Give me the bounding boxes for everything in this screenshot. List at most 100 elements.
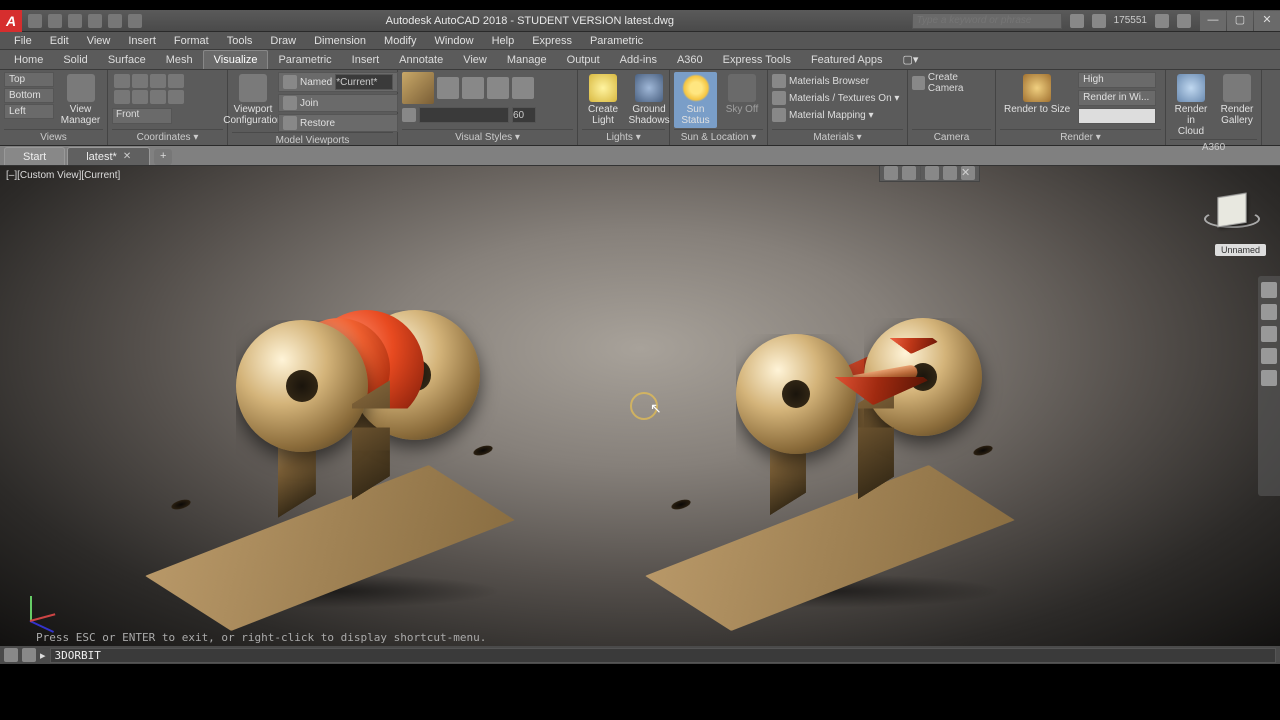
- ribbon-overflow-icon[interactable]: ▢▾: [893, 50, 929, 69]
- menu-dimension[interactable]: Dimension: [306, 34, 374, 48]
- ftb-icon[interactable]: [884, 166, 898, 180]
- panel-render-title[interactable]: Render ▾: [1000, 129, 1161, 145]
- qat-undo-icon[interactable]: [88, 14, 102, 28]
- view-cube[interactable]: [1204, 184, 1260, 240]
- viewport-join[interactable]: Join: [300, 98, 318, 109]
- ucs-icon[interactable]: [132, 74, 148, 88]
- tab-mesh[interactable]: Mesh: [156, 51, 203, 69]
- signin-icon[interactable]: [1070, 14, 1084, 28]
- command-input[interactable]: [50, 648, 1276, 663]
- exchange-icon[interactable]: [1155, 14, 1169, 28]
- render-to-size-button[interactable]: Render to Size: [1000, 72, 1074, 117]
- ucs-front-dropdown[interactable]: Front: [112, 108, 172, 124]
- viewport-label[interactable]: [–][Custom View][Current]: [6, 170, 120, 181]
- ground-shadows-button[interactable]: Ground Shadows: [628, 72, 670, 128]
- menu-modify[interactable]: Modify: [376, 34, 424, 48]
- menu-edit[interactable]: Edit: [42, 34, 77, 48]
- tab-express-tools[interactable]: Express Tools: [713, 51, 801, 69]
- menu-insert[interactable]: Insert: [120, 34, 164, 48]
- ucs-icon[interactable]: [150, 74, 166, 88]
- tab-annotate[interactable]: Annotate: [389, 51, 453, 69]
- customize-cmdline-icon[interactable]: [22, 648, 36, 662]
- tab-solid[interactable]: Solid: [53, 51, 97, 69]
- tab-featured-apps[interactable]: Featured Apps: [801, 51, 893, 69]
- panel-lights-title[interactable]: Lights ▾: [582, 129, 665, 145]
- view-bottom[interactable]: Bottom: [4, 88, 54, 103]
- tab-a360[interactable]: A360: [667, 51, 713, 69]
- nav-orbit-icon[interactable]: [1261, 348, 1277, 364]
- ucs-icon[interactable]: [168, 74, 184, 88]
- ucs-icon[interactable]: [24, 588, 64, 628]
- tab-visualize[interactable]: Visualize: [203, 50, 269, 69]
- menu-file[interactable]: File: [6, 34, 40, 48]
- view-left[interactable]: Left: [4, 104, 54, 119]
- panel-coords-title[interactable]: Coordinates ▾: [112, 129, 223, 145]
- viewport-current-input[interactable]: [335, 74, 393, 90]
- panel-materials-title[interactable]: Materials ▾: [772, 129, 903, 145]
- visual-style-gallery[interactable]: [402, 72, 534, 104]
- nav-pan-icon[interactable]: [1261, 304, 1277, 320]
- qat-open-icon[interactable]: [48, 14, 62, 28]
- menu-format[interactable]: Format: [166, 34, 217, 48]
- panel-vs-title[interactable]: Visual Styles ▾: [402, 129, 573, 145]
- menu-parametric[interactable]: Parametric: [582, 34, 651, 48]
- opacity-slider[interactable]: [419, 107, 509, 123]
- new-doc-button[interactable]: +: [154, 149, 172, 165]
- ucs-icon[interactable]: [114, 90, 130, 104]
- close-button[interactable]: ✕: [1254, 11, 1280, 31]
- tab-manage[interactable]: Manage: [497, 51, 557, 69]
- render-window-dropdown[interactable]: Render in Wi...: [1078, 90, 1156, 106]
- materials-textures[interactable]: Materials / Textures On ▾: [772, 91, 899, 105]
- view-top[interactable]: Top: [4, 72, 54, 87]
- sky-off-button[interactable]: Sky Off: [721, 72, 763, 117]
- create-light-button[interactable]: Create Light: [582, 72, 624, 128]
- close-cmdline-icon[interactable]: [4, 648, 18, 662]
- qat-print-icon[interactable]: [128, 14, 142, 28]
- viewcube-tag[interactable]: Unnamed: [1215, 244, 1266, 256]
- render-gallery-button[interactable]: Render Gallery: [1216, 72, 1258, 128]
- qat-redo-icon[interactable]: [108, 14, 122, 28]
- menu-help[interactable]: Help: [484, 34, 523, 48]
- ftb-icon[interactable]: [925, 166, 939, 180]
- help-icon[interactable]: [1177, 14, 1191, 28]
- viewport-config-button[interactable]: Viewport Configuration: [232, 72, 274, 128]
- tab-insert[interactable]: Insert: [342, 51, 390, 69]
- menu-window[interactable]: Window: [426, 34, 481, 48]
- materials-browser[interactable]: Materials Browser: [772, 74, 869, 88]
- panel-sun-title[interactable]: Sun & Location ▾: [674, 129, 763, 145]
- ucs-icon[interactable]: [150, 90, 166, 104]
- ftb-icon[interactable]: [902, 166, 916, 180]
- tab-output[interactable]: Output: [557, 51, 610, 69]
- menu-express[interactable]: Express: [524, 34, 580, 48]
- ucs-icon[interactable]: [114, 74, 130, 88]
- viewcube-face[interactable]: [1217, 193, 1246, 228]
- doc-tab-start[interactable]: Start: [4, 147, 65, 165]
- app-logo-icon[interactable]: A: [0, 10, 22, 32]
- ucs-icon[interactable]: [168, 90, 184, 104]
- tab-view[interactable]: View: [453, 51, 497, 69]
- qat-new-icon[interactable]: [28, 14, 42, 28]
- minimize-button[interactable]: —: [1200, 11, 1226, 31]
- nav-zoom-icon[interactable]: [1261, 326, 1277, 342]
- user-icon[interactable]: [1092, 14, 1106, 28]
- viewport-restore[interactable]: Restore: [300, 118, 335, 129]
- tab-addins[interactable]: Add-ins: [610, 51, 667, 69]
- doc-tab-active[interactable]: latest*✕: [67, 147, 150, 165]
- opacity-value[interactable]: [512, 107, 536, 123]
- viewport-named[interactable]: Named: [300, 77, 332, 88]
- material-mapping[interactable]: Material Mapping ▾: [772, 108, 874, 122]
- maximize-button[interactable]: ▢: [1227, 11, 1253, 31]
- help-search-input[interactable]: [912, 13, 1062, 29]
- tab-surface[interactable]: Surface: [98, 51, 156, 69]
- ftb-icon[interactable]: [943, 166, 957, 180]
- close-tab-icon[interactable]: ✕: [123, 151, 131, 162]
- model-viewport[interactable]: [–][Custom View][Current] ✕ Unnamed: [0, 166, 1280, 646]
- create-camera-button[interactable]: Create Camera: [912, 72, 991, 94]
- menu-tools[interactable]: Tools: [219, 34, 261, 48]
- tab-parametric[interactable]: Parametric: [268, 51, 341, 69]
- ucs-icon[interactable]: [132, 90, 148, 104]
- ftb-close-icon[interactable]: ✕: [961, 166, 975, 180]
- sun-status-button[interactable]: Sun Status: [674, 72, 717, 128]
- qat-save-icon[interactable]: [68, 14, 82, 28]
- nav-showmotion-icon[interactable]: [1261, 370, 1277, 386]
